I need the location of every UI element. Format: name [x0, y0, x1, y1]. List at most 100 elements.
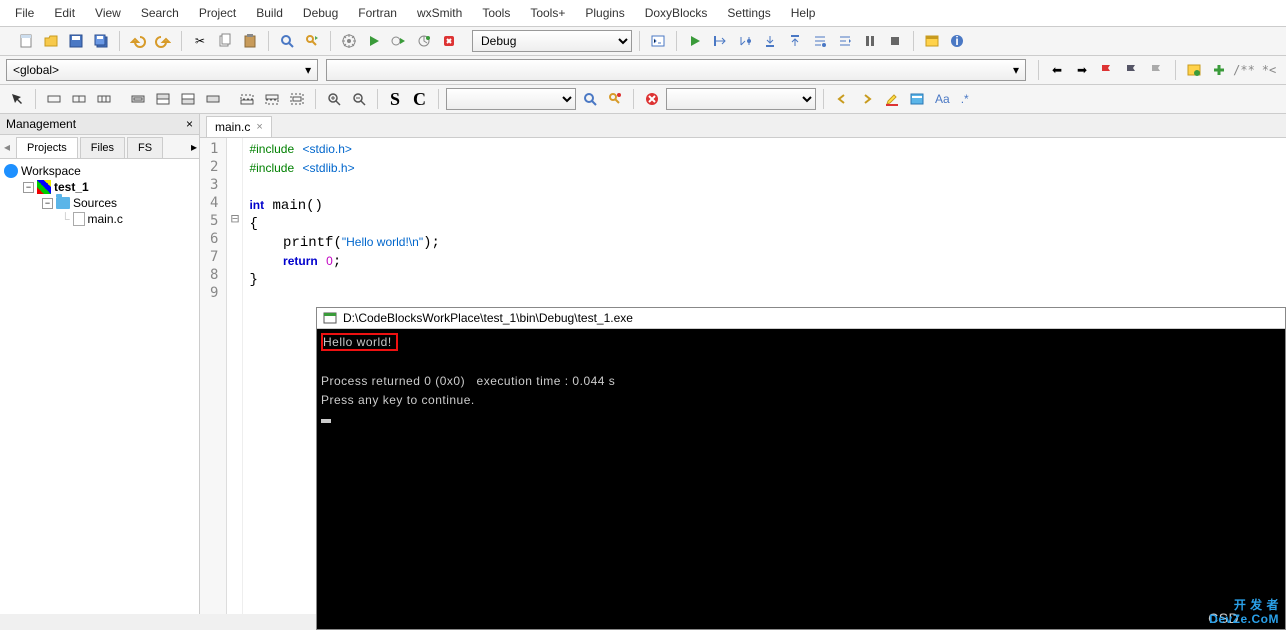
menu-wxsmith[interactable]: wxSmith	[407, 2, 472, 24]
counting-loop-icon[interactable]	[202, 88, 224, 110]
loop2-icon[interactable]	[152, 88, 174, 110]
block-after-icon[interactable]	[261, 88, 283, 110]
scope-member-combo[interactable]: ▾	[326, 59, 1026, 81]
stop-debugger-icon[interactable]	[884, 30, 906, 52]
zoom-out-icon[interactable]	[348, 88, 370, 110]
nav-right-icon[interactable]: ▸	[189, 138, 199, 156]
thread-combo[interactable]	[666, 88, 816, 110]
fold-column[interactable]: ⊟	[227, 138, 243, 614]
selection-icon[interactable]	[906, 88, 928, 110]
run-icon[interactable]	[363, 30, 385, 52]
search-opts-icon[interactable]	[604, 88, 626, 110]
collapse-icon[interactable]: −	[42, 198, 53, 209]
nav-left-icon[interactable]: ◂	[0, 138, 14, 156]
nav-fwd-icon[interactable]	[856, 88, 878, 110]
cursor-icon	[321, 419, 331, 423]
clear-icon[interactable]	[641, 88, 663, 110]
next-instr-icon[interactable]	[809, 30, 831, 52]
step-into-instr-icon[interactable]	[834, 30, 856, 52]
workspace-node[interactable]: Workspace	[4, 163, 195, 179]
debug-continue-icon[interactable]	[684, 30, 706, 52]
file-node[interactable]: └main.c	[4, 211, 195, 227]
find-icon[interactable]	[276, 30, 298, 52]
undo-icon[interactable]	[127, 30, 149, 52]
comment-block-icon[interactable]: /**	[1233, 59, 1255, 81]
comment-line-icon[interactable]: *<	[1258, 59, 1280, 81]
select-icon[interactable]	[6, 88, 28, 110]
menu-project[interactable]: Project	[189, 2, 246, 24]
break-debugger-icon[interactable]	[859, 30, 881, 52]
block-container-icon[interactable]	[286, 88, 308, 110]
source-s-icon[interactable]: S	[385, 88, 405, 110]
menu-help[interactable]: Help	[781, 2, 826, 24]
menu-edit[interactable]: Edit	[44, 2, 85, 24]
prev-bookmark-icon[interactable]: ⬅	[1046, 59, 1068, 81]
debug-windows-icon[interactable]	[921, 30, 943, 52]
regex-icon[interactable]: .*	[957, 88, 973, 110]
run-to-cursor-icon[interactable]	[709, 30, 731, 52]
next-line-icon[interactable]	[734, 30, 756, 52]
build-icon[interactable]	[338, 30, 360, 52]
menu-search[interactable]: Search	[131, 2, 189, 24]
menu-plugins[interactable]: Plugins	[575, 2, 634, 24]
console-titlebar[interactable]: D:\CodeBlocksWorkPlace\test_1\bin\Debug\…	[317, 308, 1285, 329]
scope-global-combo[interactable]: <global>▾	[6, 59, 318, 81]
close-icon[interactable]: ×	[186, 117, 193, 131]
redo-icon[interactable]	[152, 30, 174, 52]
zoom-in-icon[interactable]	[323, 88, 345, 110]
source-c-icon[interactable]: C	[408, 88, 431, 110]
doxyblock-icon[interactable]	[1183, 59, 1205, 81]
step-out-icon[interactable]	[784, 30, 806, 52]
cut-icon[interactable]: ✂	[189, 30, 211, 52]
build-run-icon[interactable]	[388, 30, 410, 52]
loop3-icon[interactable]	[177, 88, 199, 110]
build-target-combo[interactable]: Debug	[472, 30, 632, 52]
project-icon	[37, 180, 51, 194]
editor-tab-main[interactable]: main.c ×	[206, 116, 272, 137]
instr-icon[interactable]	[43, 88, 65, 110]
menu-doxyblocks[interactable]: DoxyBlocks	[635, 2, 718, 24]
menu-tools+[interactable]: Tools+	[520, 2, 575, 24]
collapse-icon[interactable]: −	[23, 182, 34, 193]
menu-build[interactable]: Build	[246, 2, 293, 24]
folder-node[interactable]: −Sources	[4, 195, 195, 211]
new-file-icon[interactable]	[15, 30, 37, 52]
nav-back-icon[interactable]	[831, 88, 853, 110]
close-tab-icon[interactable]: ×	[256, 121, 262, 133]
show-terminal-icon[interactable]	[647, 30, 669, 52]
menu-fortran[interactable]: Fortran	[348, 2, 407, 24]
menu-tools[interactable]: Tools	[472, 2, 520, 24]
tab-projects[interactable]: Projects	[16, 137, 78, 158]
block-before-icon[interactable]	[236, 88, 258, 110]
toolbar-main: ✂ Debug i	[0, 27, 1286, 56]
step-into-icon[interactable]	[759, 30, 781, 52]
search-combo[interactable]	[446, 88, 576, 110]
project-node[interactable]: −test_1	[4, 179, 195, 195]
flag-dark-icon[interactable]	[1121, 59, 1143, 81]
paste-icon[interactable]	[239, 30, 261, 52]
select-block-icon[interactable]	[93, 88, 115, 110]
save-all-icon[interactable]	[90, 30, 112, 52]
save-icon[interactable]	[65, 30, 87, 52]
menu-view[interactable]: View	[85, 2, 131, 24]
menu-file[interactable]: File	[5, 2, 44, 24]
insert-icon[interactable]	[1208, 59, 1230, 81]
abort-icon[interactable]	[438, 30, 460, 52]
copy-icon[interactable]	[214, 30, 236, 52]
flag-gray-icon[interactable]	[1146, 59, 1168, 81]
highlight-icon[interactable]	[881, 88, 903, 110]
tab-files[interactable]: Files	[80, 137, 125, 158]
info-icon[interactable]: i	[946, 30, 968, 52]
search-go-icon[interactable]	[579, 88, 601, 110]
loop1-icon[interactable]	[127, 88, 149, 110]
open-icon[interactable]	[40, 30, 62, 52]
rebuild-icon[interactable]	[413, 30, 435, 52]
menu-settings[interactable]: Settings	[717, 2, 780, 24]
tab-fsymbols[interactable]: FS	[127, 137, 163, 158]
flag-red-icon[interactable]	[1096, 59, 1118, 81]
menu-debug[interactable]: Debug	[293, 2, 348, 24]
next-bookmark-icon[interactable]: ➡	[1071, 59, 1093, 81]
decision-icon[interactable]	[68, 88, 90, 110]
replace-icon[interactable]	[301, 30, 323, 52]
match-case-icon[interactable]: Aa	[931, 88, 954, 110]
